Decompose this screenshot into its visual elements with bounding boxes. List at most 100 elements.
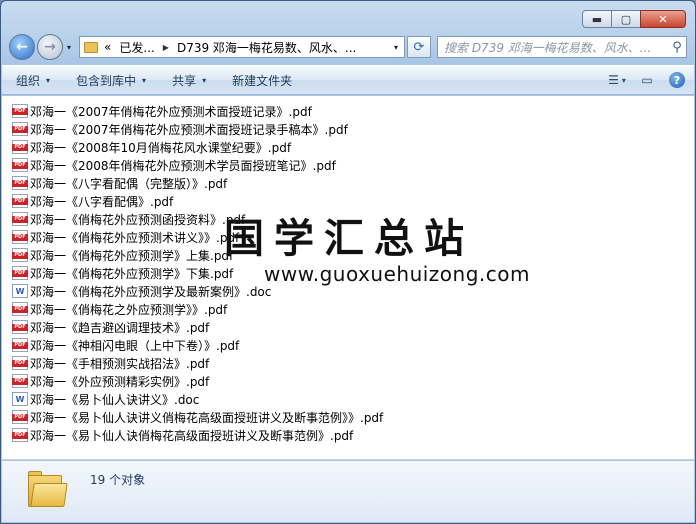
help-button[interactable]: ? (666, 70, 688, 90)
search-placeholder: 搜索 D739 邓海一梅花易数、风水、... (444, 40, 652, 55)
file-name: 邓海一《八字看配偶》.pdf (30, 194, 174, 209)
details-pane: 19 个对象 (2, 461, 694, 522)
search-icon[interactable]: ⚲ (668, 40, 686, 55)
chevron-down-icon: ▾ (46, 75, 51, 85)
pdf-file-icon (12, 374, 28, 388)
word-document-icon (12, 284, 28, 298)
file-name: 邓海一《神相闪电眼（上中下卷）》.pdf (30, 338, 240, 353)
command-bar: 组织 ▾ 包含到库中 ▾ 共享 ▾ 新建文件夹 ☰ ▾ ▭ ? (2, 65, 694, 95)
pdf-file-icon (12, 248, 28, 262)
pdf-file-icon (12, 266, 28, 280)
file-item[interactable]: 邓海一《俏梅花外应预测术讲义》》.pdf (12, 228, 383, 246)
include-in-library-button[interactable]: 包含到库中 ▾ (76, 72, 146, 89)
address-overflow[interactable]: « (104, 40, 111, 54)
share-button[interactable]: 共享 ▾ (172, 72, 206, 89)
preview-pane-icon: ▭ (641, 73, 653, 87)
recent-pages-button[interactable]: ▾ (63, 43, 75, 52)
file-name: 邓海一《易卜仙人诀讲义俏梅花高级面授班讲义及断事范例》》.pdf (30, 410, 384, 425)
file-name: 邓海一《俏梅花外应预测学及最新案例》.doc (30, 284, 272, 299)
file-item[interactable]: 邓海一《易卜仙人诀讲义俏梅花高级面授班讲义及断事范例》》.pdf (12, 408, 383, 426)
share-label: 共享 (172, 73, 197, 88)
organize-label: 组织 (16, 73, 41, 88)
maximize-button[interactable]: ▢ (611, 10, 641, 28)
pdf-file-icon (12, 338, 28, 352)
address-dropdown-button[interactable]: ▾ (388, 43, 404, 52)
new-folder-label: 新建文件夹 (232, 73, 293, 88)
file-name: 邓海一《俏梅花外应预测学》上集.pdf (30, 248, 234, 263)
file-item[interactable]: 邓海一《俏梅花外应预测学》上集.pdf (12, 246, 383, 264)
file-name: 邓海一《俏梅花外应预测术讲义》》.pdf (30, 230, 240, 245)
file-item[interactable]: 邓海一《2008年10月俏梅花风水课堂纪要》.pdf (12, 138, 383, 156)
forward-button[interactable]: → (37, 34, 63, 60)
breadcrumb-separator-icon[interactable]: ▶ (163, 43, 169, 52)
file-list: 邓海一《2007年俏梅花外应预测术面授班记录》.pdf 邓海一《2007年俏梅花外… (12, 102, 383, 444)
refresh-button[interactable]: ⟳ (407, 36, 431, 58)
file-list-pane[interactable]: 邓海一《2007年俏梅花外应预测术面授班记录》.pdf 邓海一《2007年俏梅花外… (2, 96, 694, 460)
file-item[interactable]: 邓海一《俏梅花外应预测函授资料》.pdf (12, 210, 383, 228)
file-item[interactable]: 邓海一《神相闪电眼（上中下卷）》.pdf (12, 336, 383, 354)
preview-pane-button[interactable]: ▭ (636, 70, 658, 90)
file-name: 邓海一《2008年俏梅花外应预测术学员面授班笔记》.pdf (30, 158, 336, 173)
minimize-button[interactable]: ▬ (582, 10, 612, 28)
file-item[interactable]: 邓海一《俏梅花外应预测学》下集.pdf (12, 264, 383, 282)
file-item[interactable]: 邓海一《外应预测精彩实例》.pdf (12, 372, 383, 390)
organize-button[interactable]: 组织 ▾ (16, 72, 50, 89)
breadcrumb-segment-1[interactable]: 已发... (119, 39, 154, 56)
file-name: 邓海一《手相预测实战招法》.pdf (30, 356, 210, 371)
back-button[interactable]: ← (9, 34, 35, 60)
pdf-file-icon (12, 428, 28, 442)
search-input[interactable]: 搜索 D739 邓海一梅花易数、风水、... ⚲ (437, 36, 687, 58)
pdf-file-icon (12, 410, 28, 424)
address-bar[interactable]: « 已发... ▶ D739 邓海一梅花易数、风水、... ▾ (79, 36, 405, 58)
chevron-down-icon: ▾ (142, 75, 147, 85)
folder-icon (28, 471, 68, 507)
pdf-file-icon (12, 320, 28, 334)
pdf-file-icon (12, 158, 28, 172)
file-item[interactable]: 邓海一《2008年俏梅花外应预测术学员面授班笔记》.pdf (12, 156, 383, 174)
file-item[interactable]: 邓海一《俏梅花外应预测学及最新案例》.doc (12, 282, 383, 300)
file-name: 邓海一《2007年俏梅花外应预测术面授班记录》.pdf (30, 104, 312, 119)
close-button[interactable]: ✕ (640, 10, 686, 28)
file-name: 邓海一《易卜仙人诀讲义》.doc (30, 392, 200, 407)
file-name: 邓海一《外应预测精彩实例》.pdf (30, 374, 210, 389)
file-item[interactable]: 邓海一《俏梅花之外应预测学》》.pdf (12, 300, 383, 318)
file-name: 邓海一《2008年10月俏梅花风水课堂纪要》.pdf (30, 140, 292, 155)
refresh-icon: ⟳ (413, 39, 425, 55)
include-in-library-label: 包含到库中 (76, 73, 137, 88)
file-item[interactable]: 邓海一《2007年俏梅花外应预测术面授班记录手稿本》.pdf (12, 120, 383, 138)
file-name: 邓海一《易卜仙人诀俏梅花高级面授班讲义及断事范例》.pdf (30, 428, 354, 443)
new-folder-button[interactable]: 新建文件夹 (232, 72, 292, 89)
breadcrumb-segment-2[interactable]: D739 邓海一梅花易数、风水、... (177, 39, 356, 56)
file-name: 邓海一《2007年俏梅花外应预测术面授班记录手稿本》.pdf (30, 122, 348, 137)
file-item[interactable]: 邓海一《易卜仙人诀俏梅花高级面授班讲义及断事范例》.pdf (12, 426, 383, 444)
item-count: 19 个对象 (90, 473, 146, 487)
arrow-right-icon: → (44, 39, 56, 55)
navigation-bar: ← → ▾ « 已发... ▶ D739 邓海一梅花易数、风水、... ▾ ⟳ … (9, 33, 687, 61)
folder-icon (84, 41, 98, 53)
file-item[interactable]: 邓海一《八字看配偶》.pdf (12, 192, 383, 210)
file-item[interactable]: 邓海一《易卜仙人诀讲义》.doc (12, 390, 383, 408)
arrow-left-icon: ← (16, 39, 28, 55)
file-name: 邓海一《俏梅花之外应预测学》》.pdf (30, 302, 228, 317)
file-name: 邓海一《俏梅花外应预测函授资料》.pdf (30, 212, 246, 227)
file-item[interactable]: 邓海一《八字看配偶（完整版）》.pdf (12, 174, 383, 192)
pdf-file-icon (12, 302, 28, 316)
chevron-down-icon: ▾ (202, 75, 207, 85)
caption-buttons: ▬ ▢ ✕ (582, 10, 686, 28)
file-name: 邓海一《八字看配偶（完整版）》.pdf (30, 176, 228, 191)
file-name: 邓海一《俏梅花外应预测学》下集.pdf (30, 266, 234, 281)
pdf-file-icon (12, 176, 28, 190)
chevron-down-icon: ▾ (621, 75, 626, 85)
file-item[interactable]: 邓海一《手相预测实战招法》.pdf (12, 354, 383, 372)
pdf-file-icon (12, 140, 28, 154)
pdf-file-icon (12, 230, 28, 244)
view-controls: ☰ ▾ ▭ ? (598, 70, 694, 90)
change-view-button[interactable]: ☰ ▾ (606, 70, 628, 90)
file-name: 邓海一《趋吉避凶调理技术》.pdf (30, 320, 210, 335)
file-item[interactable]: 邓海一《2007年俏梅花外应预测术面授班记录》.pdf (12, 102, 383, 120)
file-item[interactable]: 邓海一《趋吉避凶调理技术》.pdf (12, 318, 383, 336)
pdf-file-icon (12, 122, 28, 136)
pdf-file-icon (12, 194, 28, 208)
help-icon: ? (669, 72, 685, 88)
pdf-file-icon (12, 356, 28, 370)
